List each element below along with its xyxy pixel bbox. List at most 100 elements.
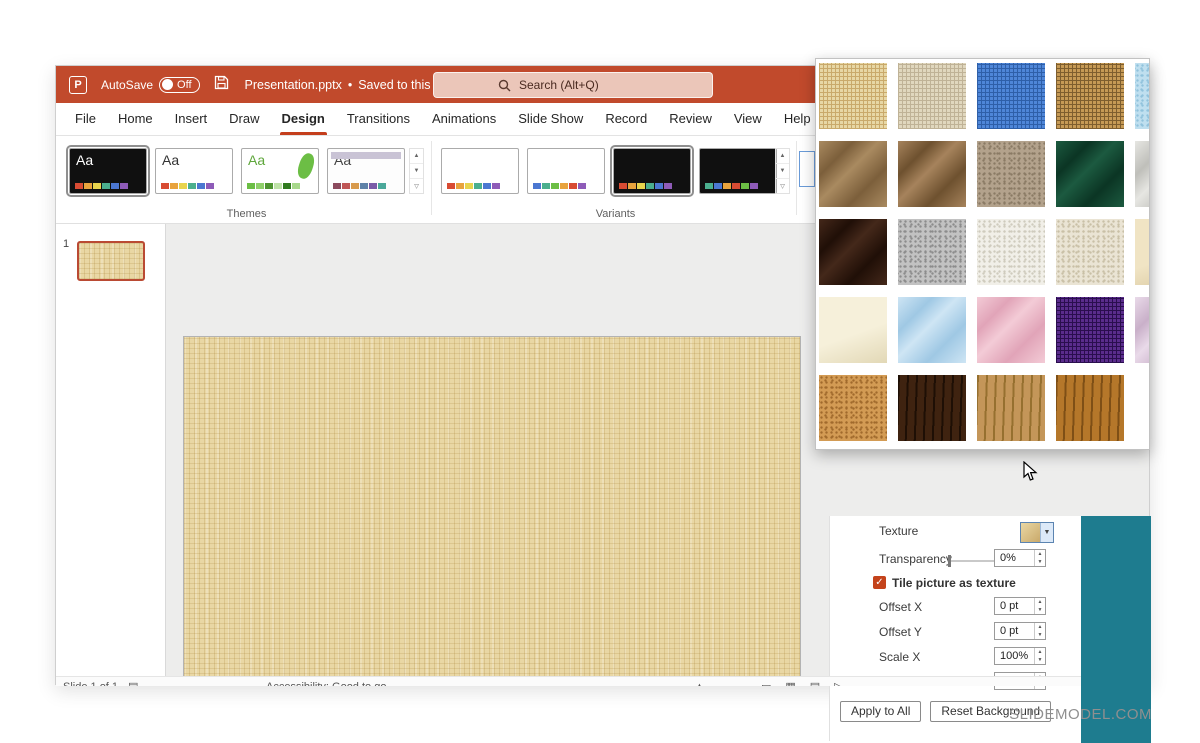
tab-insert[interactable]: Insert	[164, 103, 219, 135]
tile-texture-row: ✓ Tile picture as texture	[830, 574, 1081, 596]
texture-swatch-denim[interactable]	[977, 63, 1045, 129]
tab-file[interactable]: File	[64, 103, 107, 135]
texture-swatch-oak[interactable]	[977, 375, 1045, 441]
theme-color-strip	[333, 183, 386, 189]
field-label: Offset Y	[879, 625, 922, 639]
texture-swatch-recycled-paper[interactable]	[1056, 219, 1124, 285]
theme-thumbnail[interactable]: Aa	[69, 148, 147, 194]
variants-scroll-buttons[interactable]: ▲ ▼ ▽	[775, 148, 790, 194]
search-input[interactable]: Search (Alt+Q)	[433, 72, 713, 98]
variant-thumbnail[interactable]	[699, 148, 777, 194]
scroll-down-icon[interactable]: ▼	[776, 164, 789, 179]
spinner-input[interactable]: 0 pt▲▼	[994, 597, 1046, 615]
texture-swatch-fish-fossil[interactable]	[898, 141, 966, 207]
search-placeholder: Search (Alt+Q)	[519, 78, 599, 92]
texture-preview-icon	[1021, 523, 1041, 542]
ribbon-clipped-control[interactable]	[799, 151, 815, 187]
variant-thumbnail[interactable]	[613, 148, 691, 194]
slide-thumbnail[interactable]	[77, 241, 145, 281]
texture-swatch-papyrus[interactable]	[819, 63, 887, 129]
theme-color-strip	[533, 183, 586, 189]
gallery-more-icon[interactable]: ▽	[776, 179, 789, 193]
texture-swatch-water-droplets[interactable]	[1135, 63, 1150, 129]
tab-animations[interactable]: Animations	[421, 103, 507, 135]
texture-swatch-stationery[interactable]	[819, 297, 887, 363]
field-label: Offset X	[879, 600, 922, 614]
collapse-icon[interactable]: ▲	[694, 677, 705, 686]
spin-down-icon[interactable]: ▼	[1035, 558, 1045, 566]
variant-thumbnail[interactable]	[441, 148, 519, 194]
autosave-toggle[interactable]: Off	[159, 77, 199, 93]
variants-group-label: Variants	[441, 208, 790, 220]
themes-scroll-buttons[interactable]: ▲ ▼ ▽	[409, 148, 424, 194]
slider-handle[interactable]	[948, 555, 951, 567]
theme-aa-label: Aa	[162, 152, 179, 168]
texture-swatch-pink-tissue-paper[interactable]	[977, 297, 1045, 363]
texture-swatch-brown-marble[interactable]	[819, 219, 887, 285]
tab-record[interactable]: Record	[594, 103, 658, 135]
slide-canvas[interactable]	[183, 336, 801, 685]
spin-up-icon[interactable]: ▲	[1035, 598, 1045, 606]
view-buttons[interactable]: ▭▦▤▷	[761, 677, 857, 686]
texture-swatch-newsprint[interactable]	[977, 219, 1045, 285]
tab-slide-show[interactable]: Slide Show	[507, 103, 594, 135]
spinner-input[interactable]: 100%▲▼	[994, 647, 1046, 665]
texture-swatch-walnut[interactable]	[898, 375, 966, 441]
texture-swatch-parchment[interactable]	[1135, 219, 1150, 285]
variant-thumbnail[interactable]	[527, 148, 605, 194]
spin-up-icon[interactable]: ▲	[1035, 623, 1045, 631]
scroll-up-icon[interactable]: ▲	[410, 149, 423, 164]
autosave-control[interactable]: AutoSave Off	[101, 77, 200, 93]
transparency-slider[interactable]	[948, 560, 994, 562]
texture-dropdown-button[interactable]: ▼	[1020, 522, 1054, 543]
spinner-arrows[interactable]: ▲▼	[1034, 623, 1045, 639]
watermark: SLIDEMODEL.COM	[1009, 706, 1152, 723]
notes-icon[interactable]: ▤	[128, 677, 138, 686]
texture-swatch-white-marble[interactable]	[1135, 141, 1150, 207]
texture-swatch-green-marble[interactable]	[1056, 141, 1124, 207]
document-title[interactable]: Presentation.pptx • Saved to this PC ▾	[245, 78, 462, 92]
tab-transitions[interactable]: Transitions	[336, 103, 421, 135]
theme-color-strip	[247, 183, 300, 189]
scroll-down-icon[interactable]: ▼	[410, 164, 423, 179]
texture-swatch-bouquet[interactable]	[1135, 297, 1150, 363]
texture-swatch-granite[interactable]	[898, 219, 966, 285]
tab-design[interactable]: Design	[271, 103, 336, 135]
texture-swatch-purple-mesh[interactable]	[1056, 297, 1124, 363]
transparency-spinner[interactable]: 0% ▲▼	[994, 549, 1046, 567]
tab-review[interactable]: Review	[658, 103, 723, 135]
texture-swatch-blue-tissue-paper[interactable]	[898, 297, 966, 363]
tab-view[interactable]: View	[723, 103, 773, 135]
spinner-arrows[interactable]: ▲▼	[1034, 598, 1045, 614]
theme-thumbnail[interactable]: Aa	[241, 148, 319, 194]
spinner-input[interactable]: 0 pt▲▼	[994, 622, 1046, 640]
tab-home[interactable]: Home	[107, 103, 164, 135]
slides-panel: 1	[56, 224, 166, 676]
texture-swatch-sand[interactable]	[977, 141, 1045, 207]
spin-down-icon[interactable]: ▼	[1035, 606, 1045, 614]
transparency-label: Transparency	[879, 552, 952, 566]
spin-up-icon[interactable]: ▲	[1035, 648, 1045, 656]
variants-thumbnails	[441, 148, 777, 194]
spin-down-icon[interactable]: ▼	[1035, 656, 1045, 664]
accessibility-status[interactable]: Accessibility: Good to go	[266, 677, 386, 686]
spin-down-icon[interactable]: ▼	[1035, 631, 1045, 639]
theme-thumbnail[interactable]: Aa	[155, 148, 233, 194]
texture-swatch-medium-wood[interactable]	[1056, 375, 1124, 441]
tab-draw[interactable]: Draw	[218, 103, 270, 135]
zoom-out-icon[interactable]: —	[1031, 677, 1042, 686]
texture-swatch-paper-bag[interactable]	[819, 141, 887, 207]
texture-swatch-cork[interactable]	[819, 375, 887, 441]
apply-to-all-button[interactable]: Apply to All	[840, 701, 921, 722]
slide-info: Slide 1 of 1	[63, 677, 118, 686]
theme-thumbnail[interactable]: Aa	[327, 148, 405, 194]
tile-checkbox[interactable]: ✓	[873, 576, 886, 589]
texture-swatch-canvas[interactable]	[898, 63, 966, 129]
spin-up-icon[interactable]: ▲	[1035, 550, 1045, 558]
gallery-more-icon[interactable]: ▽	[410, 179, 423, 193]
spinner-arrows[interactable]: ▲▼	[1034, 648, 1045, 664]
save-icon[interactable]	[214, 75, 229, 95]
scroll-up-icon[interactable]: ▲	[776, 149, 789, 164]
spinner-arrows[interactable]: ▲▼	[1034, 550, 1045, 566]
texture-swatch-woven-mat[interactable]	[1056, 63, 1124, 129]
